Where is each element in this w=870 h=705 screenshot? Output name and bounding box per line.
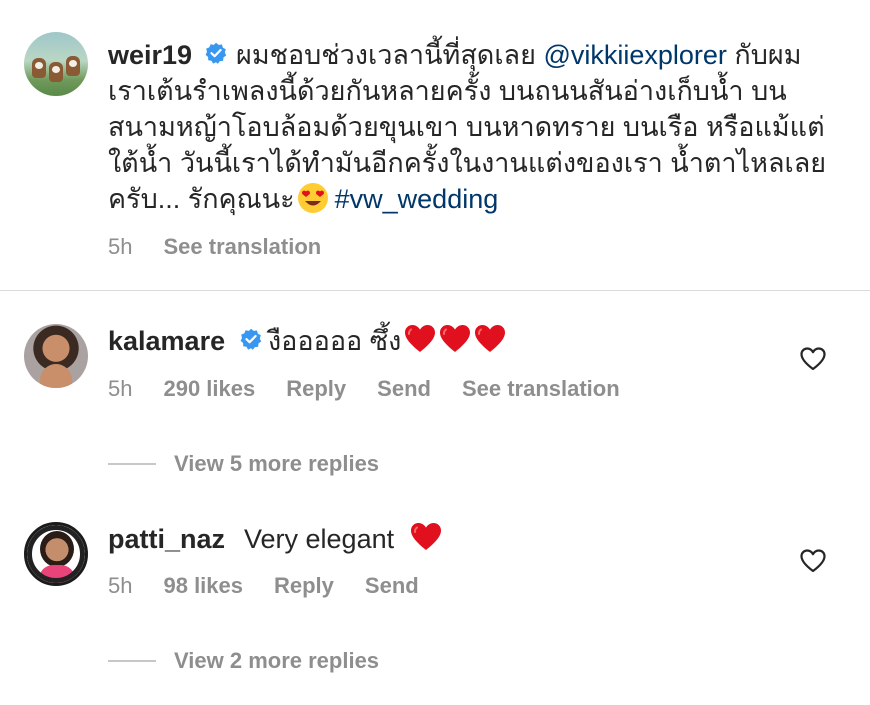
caption-text: กับผม	[734, 40, 802, 70]
caption-line-2: เราเต้นรำเพลงนี้ด้วยกันหลายครั้ง บนถนนสั…	[108, 76, 787, 106]
avatar[interactable]	[24, 324, 88, 388]
comment-text: งือออออ ซึ้ง	[268, 323, 506, 359]
view-more-replies-button[interactable]: View 5 more replies	[108, 451, 379, 477]
red-heart-icon	[410, 522, 442, 552]
send-button[interactable]: Send	[365, 573, 419, 598]
divider-line	[108, 463, 156, 465]
like-heart-icon[interactable]	[800, 549, 826, 573]
view-more-replies-button[interactable]: View 2 more replies	[108, 648, 379, 674]
red-heart-icon	[474, 324, 506, 354]
verified-badge-icon	[205, 42, 227, 64]
caption-text: ผมชอบช่วงเวลานี้ที่สุดเลย	[236, 40, 536, 70]
timestamp: 5h	[108, 234, 133, 259]
reply-button[interactable]: Reply	[286, 376, 346, 401]
see-translation-button[interactable]: See translation	[163, 234, 321, 259]
divider	[0, 290, 870, 291]
caption-line-3: สนามหญ้าโอบล้อมด้วยขุนเขา บนหาดทราย บนเร…	[108, 112, 825, 142]
heart-eyes-emoji-icon	[297, 183, 328, 213]
comment-body: งือออออ ซึ้ง	[268, 326, 402, 356]
reply-button[interactable]: Reply	[274, 573, 334, 598]
caption-line-1: ผมชอบช่วงเวลานี้ที่สุดเลย @vikkiiexplore…	[236, 37, 802, 73]
post-username[interactable]: weir19	[108, 40, 192, 71]
caption-text: ครับ... รักคุณนะ	[108, 184, 295, 214]
comment-text: Very elegant	[244, 521, 442, 557]
timestamp: 5h	[108, 573, 133, 598]
avatar[interactable]	[24, 522, 88, 586]
hashtag-link[interactable]: #vw_wedding	[335, 184, 499, 214]
comment-username[interactable]: patti_naz	[108, 524, 225, 555]
caption-line-5: ครับ... รักคุณนะ #vw_wedding	[108, 181, 498, 217]
mention-link[interactable]: @vikkiiexplorer	[543, 40, 726, 70]
timestamp: 5h	[108, 376, 133, 401]
send-button[interactable]: Send	[377, 376, 431, 401]
divider-line	[108, 660, 156, 662]
caption-line-4: ใต้น้ำ วันนี้เราได้ทำมันอีกครั้งในงานแต่…	[108, 148, 827, 178]
comment-meta-row: 5h 98 likes Reply Send	[108, 573, 450, 599]
comment-body: Very elegant	[244, 524, 395, 554]
see-translation-button[interactable]: See translation	[462, 376, 620, 401]
like-heart-icon[interactable]	[800, 347, 826, 371]
view-more-label: View 2 more replies	[174, 648, 380, 673]
red-heart-icon	[439, 324, 471, 354]
view-more-label: View 5 more replies	[174, 451, 380, 476]
comment-username[interactable]: kalamare	[108, 326, 225, 357]
likes-count[interactable]: 290 likes	[163, 376, 255, 401]
likes-count[interactable]: 98 likes	[163, 573, 243, 598]
avatar[interactable]	[24, 32, 88, 96]
red-heart-icon	[404, 324, 436, 354]
verified-badge-icon	[240, 328, 262, 350]
post-meta-row: 5h See translation	[108, 234, 352, 260]
comment-meta-row: 5h 290 likes Reply Send See translation	[108, 376, 651, 402]
